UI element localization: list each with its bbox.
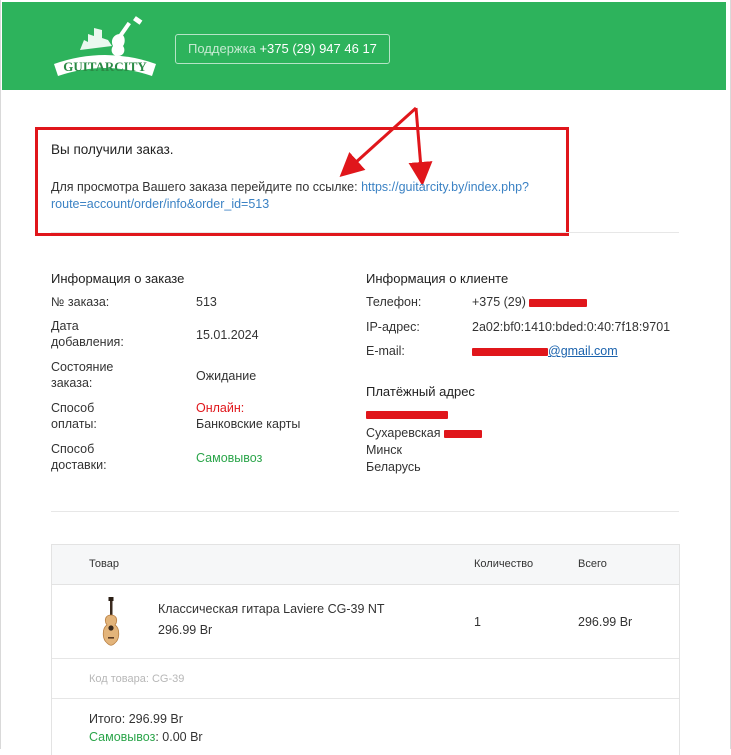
email-value: @gmail.com xyxy=(472,343,618,359)
address-country: Беларусь xyxy=(366,460,421,474)
client-info-heading: Информация о клиенте xyxy=(366,271,509,286)
product-code: Код товара: CG-39 xyxy=(89,673,185,685)
payment-address-heading: Платёжный адрес xyxy=(366,384,475,399)
address-name xyxy=(366,406,448,422)
notice-instruction: Для просмотра Вашего заказа перейдите по… xyxy=(51,180,358,194)
product-name[interactable]: Классическая гитара Laviere CG-39 NT xyxy=(158,601,385,617)
email-label: E-mail: xyxy=(366,344,405,358)
product-price: 296.99 Br xyxy=(158,623,213,637)
shipping-value: Самовывоз xyxy=(196,451,263,465)
phone-value: +375 (29) xyxy=(472,294,588,310)
redaction-mark xyxy=(472,347,548,356)
table-row: Классическая гитара Laviere CG-39 NT 296… xyxy=(52,585,679,659)
product-code-row: Код товара: CG-39 xyxy=(52,659,679,699)
logo-text: GUITARCITY xyxy=(63,59,147,74)
product-qty: 1 xyxy=(474,615,481,629)
status-label: Состояние заказа: xyxy=(51,360,114,390)
order-no-label: № заказа: xyxy=(51,295,110,309)
product-total: 296.99 Br xyxy=(578,615,633,629)
redaction-mark xyxy=(366,410,448,419)
date-label: Дата добавления: xyxy=(51,319,124,349)
support-label: Поддержка xyxy=(188,41,256,56)
guitar-product-image[interactable] xyxy=(98,597,124,649)
guitarcity-logo[interactable]: GUITARCITY xyxy=(50,16,160,82)
divider xyxy=(51,511,679,512)
payment-label: Способ оплаты: xyxy=(51,401,97,431)
date-value: 15.01.2024 xyxy=(196,328,259,342)
pickup-line: Самовывоз: 0.00 Br xyxy=(89,730,203,744)
col-total-header: Всего xyxy=(578,558,607,570)
email-link[interactable]: @gmail.com xyxy=(548,344,618,358)
phone-label: Телефон: xyxy=(366,295,422,309)
payment-value: Онлайн: Банковские карты xyxy=(196,401,301,431)
redaction-mark xyxy=(529,298,588,307)
col-product-header: Товар xyxy=(89,558,119,570)
order-no-value: 513 xyxy=(196,295,217,309)
support-phone: +375 (29) 947 46 17 xyxy=(259,41,377,56)
address-street: Сухаревская xyxy=(366,425,482,441)
order-items-table: Товар Количество Всего Классическая гита… xyxy=(51,544,680,755)
redaction-mark xyxy=(443,429,482,438)
header-bar: GUITARCITY Поддержка +375 (29) 947 46 17 xyxy=(2,2,726,90)
table-header: Товар Количество Всего xyxy=(52,545,679,585)
shipping-label: Способ доставки: xyxy=(51,442,107,472)
ip-label: IP-адрес: xyxy=(366,320,420,334)
notice-text: Для просмотра Вашего заказа перейдите по… xyxy=(51,179,561,213)
ip-value: 2a02:bf0:1410:bded:0:40:7f18:9701 xyxy=(472,320,671,334)
address-city: Минск xyxy=(366,443,403,457)
divider xyxy=(51,232,679,233)
order-info-heading: Информация о заказе xyxy=(51,271,185,286)
totals-line: Итого: 296.99 Br xyxy=(89,712,183,726)
support-phone-button[interactable]: Поддержка +375 (29) 947 46 17 xyxy=(175,34,390,64)
col-qty-header: Количество xyxy=(474,558,534,570)
status-value: Ожидание xyxy=(196,369,257,383)
notice-title: Вы получили заказ. xyxy=(51,142,174,157)
